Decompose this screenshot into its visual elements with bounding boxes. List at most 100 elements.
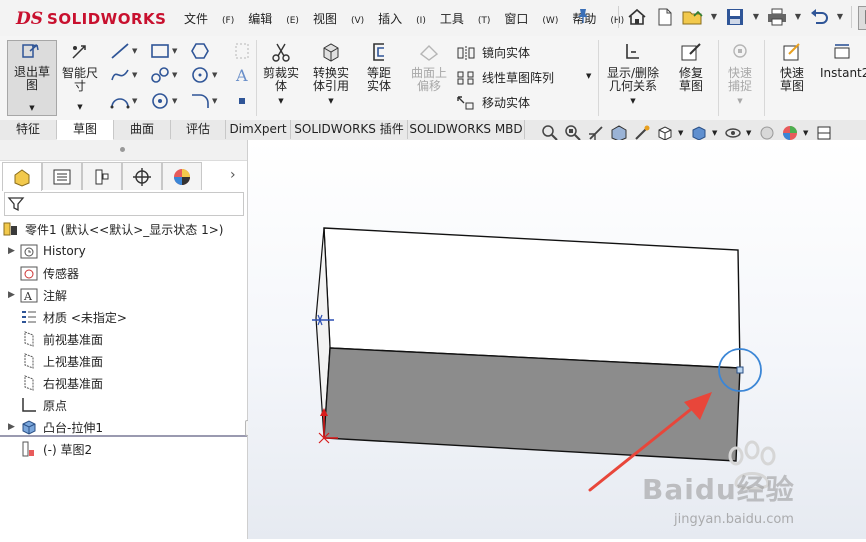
watermark-brand: Baidu经验 <box>642 473 795 506</box>
mirror-label: 镜向实体 <box>482 46 531 60</box>
tree-item-top-plane[interactable]: 上视基准面 <box>0 350 103 372</box>
toolbar-separator <box>851 6 852 28</box>
chevron-down-icon[interactable]: ▼ <box>172 97 177 105</box>
rectangle-tool[interactable]: ▼ <box>150 42 177 60</box>
chevron-down-icon[interactable]: ▼ <box>803 129 811 137</box>
tab-solidworks-mbd[interactable]: SOLIDWORKS MBD <box>408 120 525 139</box>
menu-edit[interactable]: 编辑 (E) <box>248 10 299 27</box>
rapid-sketch-button[interactable]: 快速草图 <box>770 42 814 93</box>
display-manager-icon <box>174 168 190 185</box>
menu-tools[interactable]: 工具 (T) <box>440 10 491 27</box>
mirror-entities-button[interactable]: 镜向实体 <box>456 44 530 61</box>
select-pointer-icon[interactable] <box>858 6 866 30</box>
chevron-down-icon[interactable]: ▼ <box>8 102 56 115</box>
chevron-down-icon[interactable]: ▼ <box>58 101 102 114</box>
expand-arrow-icon[interactable]: ▶ <box>8 290 18 300</box>
chevron-down-icon[interactable]: ▼ <box>751 6 761 30</box>
material-icon <box>20 308 38 326</box>
slot-tool[interactable]: ▼ <box>150 66 177 84</box>
print-icon[interactable] <box>765 6 789 28</box>
chevron-down-icon[interactable]: ▼ <box>258 95 304 108</box>
expand-arrow-icon[interactable]: ▶ <box>8 246 18 256</box>
configuration-manager-tab[interactable] <box>82 162 122 190</box>
expand-arrow-icon[interactable]: ▶ <box>8 422 18 432</box>
tree-item-right-plane[interactable]: 右视基准面 <box>0 372 103 394</box>
plane-icon <box>20 374 38 392</box>
menu-file[interactable]: 文件 (F) <box>184 10 234 27</box>
offset-on-surface-button[interactable]: 曲面上偏移 <box>406 42 452 93</box>
rollback-bar[interactable] <box>0 435 247 437</box>
open-folder-icon[interactable] <box>681 6 705 28</box>
tab-surfaces[interactable]: 曲面 <box>114 120 171 139</box>
menu-window[interactable]: 窗口 (W) <box>504 10 558 27</box>
chevron-down-icon[interactable]: ▼ <box>586 72 591 80</box>
dimxpert-manager-tab[interactable] <box>122 162 162 190</box>
point-tool[interactable] <box>234 92 250 110</box>
save-icon[interactable] <box>723 6 747 28</box>
instant2d-button[interactable]: Instant2 <box>820 42 866 80</box>
arc-tool[interactable]: ▼ <box>110 92 137 110</box>
tree-root-part[interactable]: 零件1 (默认<<默认>_显示状态 1>) <box>0 218 223 240</box>
repair-sketch-button[interactable]: 修复草图 <box>668 42 714 93</box>
fillet-tool[interactable]: ▼ <box>190 92 217 110</box>
chevron-down-icon[interactable]: ▼ <box>720 95 760 108</box>
menu-view[interactable]: 视图 (V) <box>313 10 364 27</box>
exit-sketch-button[interactable]: 退出草图 ▼ <box>7 40 57 116</box>
spline-tool[interactable]: ▼ <box>110 66 137 84</box>
chevron-down-icon[interactable]: ▼ <box>212 71 217 79</box>
chevron-down-icon[interactable]: ▼ <box>602 95 664 108</box>
tab-features[interactable]: 特征 <box>0 120 57 139</box>
tree-item-sensors[interactable]: 传感器 <box>0 262 79 284</box>
tab-sketch[interactable]: 草图 <box>57 120 114 140</box>
chevron-right-icon[interactable]: › <box>230 167 236 183</box>
linear-pattern-button[interactable]: 线性草图阵列 <box>456 69 554 86</box>
circle-tool[interactable]: ▼ <box>190 66 217 84</box>
tree-item-front-plane[interactable]: 前视基准面 <box>0 328 103 350</box>
model-top-face[interactable] <box>323 227 741 369</box>
quick-snaps-button[interactable]: 快速捕捉 ▼ <box>720 42 760 108</box>
offset-entities-button[interactable]: 等距实体 <box>356 42 402 93</box>
tab-solidworks-addins[interactable]: SOLIDWORKS 插件 <box>291 120 408 139</box>
new-document-icon[interactable] <box>653 6 677 28</box>
panel-splitter[interactable] <box>0 140 247 161</box>
smart-dimension-button[interactable]: 智能尺寸 ▼ <box>58 42 102 114</box>
move-entities-button[interactable]: 移动实体 <box>456 94 530 111</box>
tree-item-sketch2[interactable]: (-) 草图2 <box>0 438 92 460</box>
text-tool[interactable]: A <box>234 66 250 84</box>
feature-manager-tab[interactable] <box>2 162 42 191</box>
chevron-down-icon[interactable]: ▼ <box>212 97 217 105</box>
tree-item-history[interactable]: ▶ History <box>0 240 86 262</box>
ellipse-tool[interactable]: ▼ <box>150 92 177 110</box>
tree-item-origin[interactable]: 原点 <box>0 394 67 416</box>
chevron-down-icon[interactable]: ▼ <box>746 129 754 137</box>
chevron-down-icon[interactable]: ▼ <box>132 47 137 55</box>
tab-dimxpert[interactable]: DimXpert <box>226 120 291 139</box>
chevron-down-icon[interactable]: ▼ <box>835 6 845 30</box>
chevron-down-icon[interactable]: ▼ <box>308 95 354 108</box>
menu-insert[interactable]: 插入 (I) <box>378 10 426 27</box>
tree-filter-box[interactable] <box>4 192 244 216</box>
chevron-down-icon[interactable]: ▼ <box>172 71 177 79</box>
chevron-down-icon[interactable]: ▼ <box>709 6 719 30</box>
display-delete-relations-button[interactable]: 显示/删除几何关系 ▼ <box>602 42 664 108</box>
chevron-down-icon[interactable]: ▼ <box>132 71 137 79</box>
line-tool[interactable]: ▼ <box>110 42 137 60</box>
polygon-tool[interactable] <box>190 42 210 60</box>
convert-entities-button[interactable]: 转换实体引用 ▼ <box>308 42 354 108</box>
chevron-down-icon[interactable]: ▼ <box>132 97 137 105</box>
tree-item-material[interactable]: 材质 <未指定> <box>0 306 127 328</box>
trim-entities-button[interactable]: 剪裁实体 ▼ <box>258 42 304 108</box>
solidworks-logo[interactable]: DS SOLIDWORKS <box>16 7 166 31</box>
pin-icon[interactable] <box>576 8 590 28</box>
chevron-down-icon[interactable]: ▼ <box>793 6 803 30</box>
tree-item-annotations[interactable]: ▶ A 注解 <box>0 284 67 306</box>
property-manager-tab[interactable] <box>42 162 82 190</box>
display-manager-tab[interactable] <box>162 162 202 190</box>
home-icon[interactable] <box>625 6 649 28</box>
undo-icon[interactable] <box>807 6 831 28</box>
chevron-down-icon[interactable]: ▼ <box>678 129 686 137</box>
tab-evaluate[interactable]: 评估 <box>171 120 226 139</box>
chevron-down-icon[interactable]: ▼ <box>172 47 177 55</box>
selected-vertex[interactable] <box>736 366 744 374</box>
chevron-down-icon[interactable]: ▼ <box>712 129 720 137</box>
